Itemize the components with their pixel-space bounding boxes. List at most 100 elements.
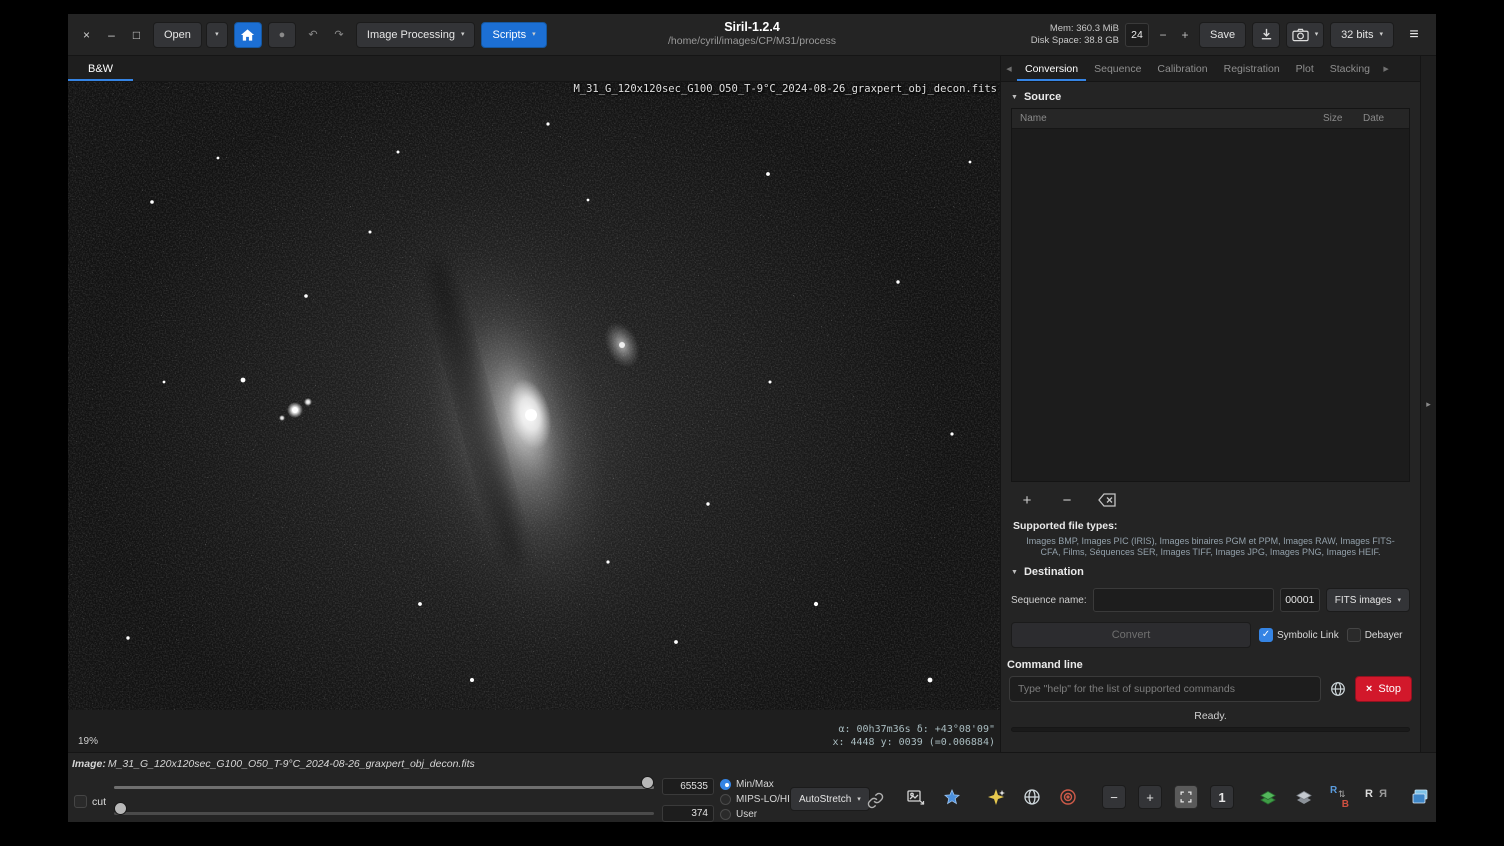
- tab-calibration[interactable]: Calibration: [1149, 56, 1215, 81]
- panel-tabbar: ◀ Conversion Sequence Calibration Regist…: [1001, 56, 1420, 82]
- bit-depth-dropdown[interactable]: 32 bits ▾: [1330, 22, 1394, 48]
- viewer-toolbar: − + 1 R⇅B RR: [904, 785, 1432, 809]
- zoom-in-icon: +: [1146, 790, 1154, 805]
- zoom-fit-button[interactable]: [1174, 785, 1198, 809]
- low-threshold-slider[interactable]: [114, 807, 654, 820]
- tab-scroll-left[interactable]: ◀: [1001, 56, 1017, 81]
- remove-files-button[interactable]: −: [1055, 490, 1079, 510]
- chevron-down-icon: ▾: [1379, 31, 1383, 38]
- save-button[interactable]: Save: [1199, 22, 1246, 48]
- photometry-target-button[interactable]: [1056, 785, 1080, 809]
- close-icon: ×: [83, 28, 90, 42]
- debayer-checkbox[interactable]: Debayer: [1347, 628, 1403, 642]
- mirror-button[interactable]: RR: [1364, 785, 1388, 809]
- image-info-row: Image: M_31_G_120x120sec_G100_O50_T-9°C_…: [68, 753, 1436, 775]
- chevron-down-icon: ▾: [1397, 597, 1401, 604]
- image-label: Image:: [72, 758, 106, 770]
- destination-expander[interactable]: ▼ Destination: [1001, 560, 1420, 583]
- flip-rb-button[interactable]: R⇅B: [1328, 785, 1352, 809]
- radio-mips-lo-hi[interactable]: MIPS-LO/HI: [720, 792, 790, 806]
- snapshot-image-button[interactable]: [904, 785, 928, 809]
- checkbox-unchecked-icon: [1347, 628, 1361, 642]
- open-button[interactable]: Open: [153, 22, 202, 48]
- high-threshold-slider[interactable]: [114, 781, 654, 794]
- slider-handle[interactable]: [114, 802, 127, 815]
- thread-count-input[interactable]: [1125, 23, 1149, 47]
- minus-icon: −: [1159, 28, 1166, 42]
- command-line-title: Command line: [1001, 652, 1420, 675]
- convert-button[interactable]: Convert: [1011, 622, 1251, 648]
- source-expander[interactable]: ▼ Source: [1001, 82, 1420, 108]
- panel-collapse-handle[interactable]: ▸: [1420, 56, 1436, 752]
- radio-minmax[interactable]: Min/Max: [720, 777, 790, 791]
- sequence-name-label: Sequence name:: [1011, 595, 1087, 606]
- star-detection-button[interactable]: [940, 785, 964, 809]
- target-icon: [1058, 787, 1078, 807]
- sequence-index-input[interactable]: [1280, 588, 1320, 612]
- record-button[interactable]: ●: [268, 22, 296, 48]
- zoom-in-button[interactable]: +: [1138, 785, 1162, 809]
- annotations-globe-button[interactable]: [1020, 785, 1044, 809]
- radio-user[interactable]: User: [720, 807, 790, 821]
- debayer-label: Debayer: [1365, 630, 1403, 641]
- viewer-tabbar: B&W: [68, 56, 1000, 82]
- stop-button[interactable]: × Stop: [1355, 676, 1412, 702]
- close-button[interactable]: ×: [76, 23, 97, 47]
- low-threshold-input[interactable]: [662, 805, 714, 822]
- image-filename: M_31_G_120x120sec_G100_O50_T-9°C_2024-08…: [108, 758, 475, 770]
- file-list-body[interactable]: [1012, 129, 1409, 481]
- redo-button[interactable]: ↷: [328, 22, 350, 48]
- tab-plot[interactable]: Plot: [1288, 56, 1322, 81]
- source-file-list[interactable]: Name Size Date: [1011, 108, 1410, 482]
- gray-layers-button[interactable]: [1292, 785, 1316, 809]
- channel-link-button[interactable]: [864, 789, 886, 811]
- save-as-button[interactable]: [1252, 22, 1280, 48]
- column-date[interactable]: Date: [1363, 113, 1409, 124]
- image-list-button[interactable]: [1408, 785, 1432, 809]
- home-button[interactable]: [234, 22, 262, 48]
- image-processing-button[interactable]: Image Processing ▾: [356, 22, 476, 48]
- chevron-down-icon: ▾: [857, 796, 861, 803]
- record-icon: ●: [279, 29, 286, 41]
- tab-registration[interactable]: Registration: [1216, 56, 1288, 81]
- tab-stacking[interactable]: Stacking: [1322, 56, 1378, 81]
- minimize-button[interactable]: –: [101, 23, 122, 47]
- undo-button[interactable]: ↶: [302, 22, 324, 48]
- window-controls: × – □: [76, 23, 147, 47]
- add-files-button[interactable]: +: [1015, 490, 1039, 510]
- green-layers-button[interactable]: [1256, 785, 1280, 809]
- zoom-out-button[interactable]: −: [1102, 785, 1126, 809]
- output-format-dropdown[interactable]: FITS images ▾: [1326, 588, 1410, 612]
- column-size[interactable]: Size: [1323, 113, 1363, 124]
- zoom-100-button[interactable]: 1: [1210, 785, 1234, 809]
- online-commands-button[interactable]: [1327, 678, 1349, 700]
- command-input[interactable]: [1009, 676, 1321, 702]
- tab-scroll-right[interactable]: ▶: [1378, 56, 1394, 81]
- spin-increment-button[interactable]: +: [1177, 23, 1193, 47]
- undo-icon: ↶: [308, 28, 317, 41]
- clear-list-button[interactable]: [1095, 490, 1119, 510]
- radio-mips-label: MIPS-LO/HI: [736, 794, 790, 805]
- slider-handle[interactable]: [641, 776, 654, 789]
- scripts-button[interactable]: Scripts ▾: [481, 22, 546, 48]
- column-name[interactable]: Name: [1012, 113, 1323, 124]
- radio-icon: [720, 779, 731, 790]
- tab-conversion[interactable]: Conversion: [1017, 56, 1086, 81]
- image-canvas[interactable]: M_31_G_120x120sec_G100_O50_T-9°C_2024-08…: [68, 82, 1000, 710]
- symbolic-link-checkbox[interactable]: ✓ Symbolic Link: [1259, 628, 1339, 642]
- high-threshold-input[interactable]: [662, 778, 714, 795]
- cut-checkbox[interactable]: cut: [74, 795, 106, 808]
- open-recent-dropdown[interactable]: ▾: [206, 22, 228, 48]
- spin-decrement-button[interactable]: −: [1155, 23, 1171, 47]
- psf-star-button[interactable]: [984, 785, 1008, 809]
- tab-bw[interactable]: B&W: [68, 56, 133, 81]
- stretch-mode-dropdown[interactable]: AutoStretch ▾: [790, 787, 870, 811]
- clear-backspace-icon: [1098, 493, 1116, 507]
- tab-sequence[interactable]: Sequence: [1086, 56, 1149, 81]
- gray-layers-icon: [1294, 787, 1314, 807]
- expander-arrow-icon: ▼: [1011, 569, 1018, 576]
- hamburger-menu-button[interactable]: ≡: [1400, 22, 1428, 48]
- snapshot-camera-button[interactable]: ▾: [1286, 22, 1324, 48]
- sequence-name-input[interactable]: [1093, 588, 1274, 612]
- maximize-button[interactable]: □: [126, 23, 147, 47]
